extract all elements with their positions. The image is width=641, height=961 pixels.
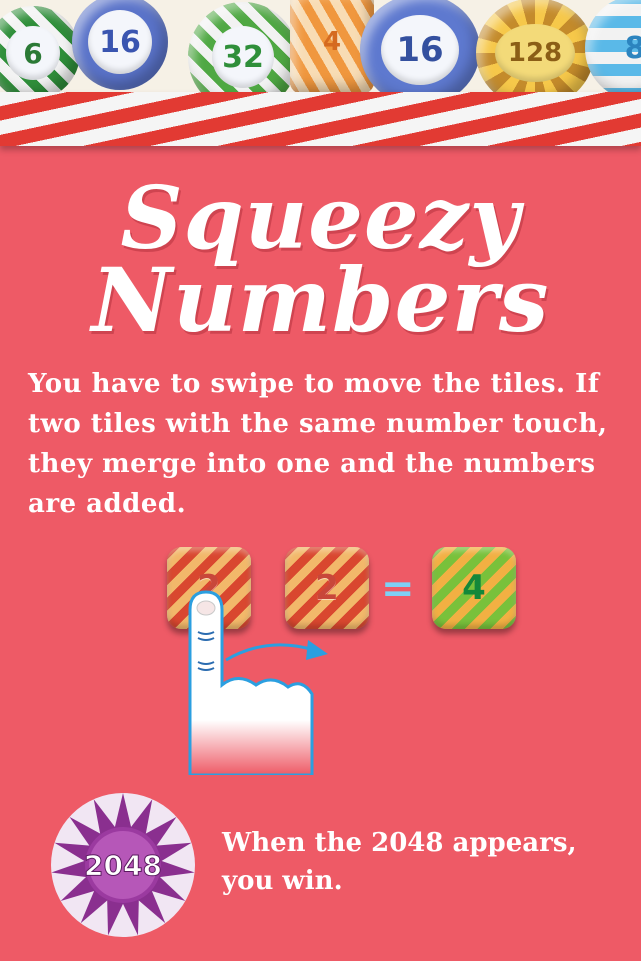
- ball-number: 4: [322, 27, 342, 57]
- candy-stripe-divider: [0, 92, 641, 146]
- win-condition-text: When the 2048 appears, you win.: [222, 828, 577, 896]
- header-ball-strip: 6 16 32 4 16 128 8: [0, 0, 641, 92]
- equals-sign: =: [381, 566, 415, 612]
- ball-number: 16: [99, 24, 141, 60]
- swipe-instructions: You have to swipe to move the tiles. If …: [28, 369, 608, 519]
- number-ball: 128: [476, 0, 594, 92]
- badge-number: 2048: [84, 849, 162, 882]
- number-ball: 16: [72, 0, 168, 90]
- ball-number: 32: [222, 39, 264, 75]
- ball-number: 6: [23, 36, 43, 70]
- ball-number: 8: [624, 30, 641, 66]
- game-title-line2: Numbers: [91, 248, 550, 352]
- pointing-hand-icon: [188, 590, 314, 775]
- number-ball: 32: [188, 2, 298, 92]
- 2048-badge-icon: 2048: [51, 793, 195, 937]
- tile-number: 4: [462, 568, 486, 608]
- ball-number: 16: [396, 30, 444, 70]
- number-ball: 8: [585, 0, 641, 92]
- example-tile-result: 4: [432, 547, 516, 629]
- ball-number: 128: [507, 38, 563, 68]
- number-ball: 6: [0, 6, 80, 92]
- number-ball: 16: [360, 0, 480, 92]
